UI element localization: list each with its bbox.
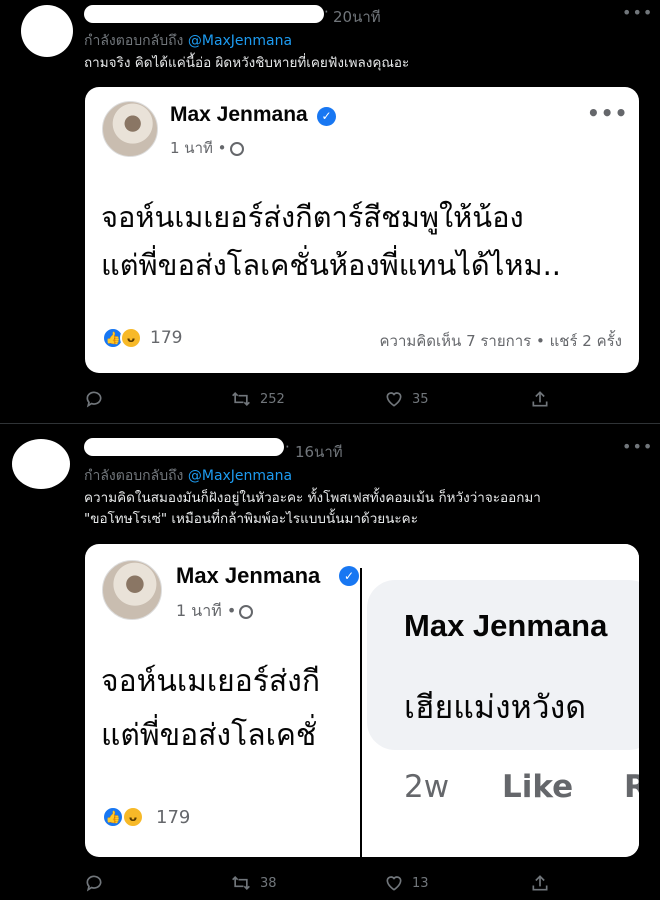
separator-dot: · [324, 3, 329, 21]
reply-context: กำลังตอบกลับถึง @MaxJenmana [84, 30, 292, 52]
globe-icon [239, 604, 254, 619]
retweet-count: 252 [260, 391, 285, 407]
reply-handle-link[interactable]: @MaxJenmana [188, 468, 292, 484]
tweet-1[interactable]: · 20นาที ••• กำลังตอบกลับถึง @MaxJenmana… [0, 0, 660, 424]
retweet-icon [232, 391, 250, 407]
reply-handle-link[interactable]: @MaxJenmana [188, 33, 292, 49]
tweet-text: ความคิดในสมองมันก็ฝังอยู่ในหัวอะคะ ทั้งโ… [84, 488, 541, 530]
share-button[interactable] [530, 389, 550, 409]
fb-post-line: แต่พี่ขอส่งโลเคชั่ [101, 718, 317, 753]
fb-reaction-count: 179 [156, 807, 191, 828]
verified-icon: ✓ [317, 107, 336, 126]
reply-icon [86, 391, 102, 408]
fb-post-meta: 1 นาที • [176, 599, 254, 624]
tweet-text-line: "ขอโทษโรเซ่" เหมือนที่กล้าพิมพ์อะไรแบบนั… [84, 511, 418, 527]
fb-comment-author: Max Jenmana [404, 608, 608, 643]
fb-comment-reply: R [624, 769, 639, 805]
reply-context: กำลังตอบกลับถึง @MaxJenmana [84, 465, 292, 487]
reply-prefix: กำลังตอบกลับถึง [84, 468, 184, 484]
fb-author-name: Max Jenmana [170, 103, 308, 126]
tweet-text: ถามจริง คิดได้แค่นี้อ่อ ผิดหวังชิบหายที่… [84, 53, 409, 74]
fb-post-text-cropped: จอห์นเมเยอร์ส่งกี แต่พี่ขอส่งโลเคชั่ [101, 655, 360, 763]
retweet-button[interactable]: 38 [230, 873, 277, 893]
like-icon [386, 392, 402, 407]
tweet-text-line: ถามจริง คิดได้แค่นี้อ่อ ผิดหวังชิบหายที่… [84, 55, 410, 71]
like-icon [386, 876, 402, 891]
reply-icon [86, 875, 102, 892]
verified-icon: ✓ [339, 566, 359, 586]
fb-post-line: จอห์นเมเยอร์ส่งกีตาร์สีชมพูให้น้อง [101, 200, 524, 234]
fb-comment-age: 2w [404, 769, 450, 805]
more-icon[interactable]: ••• [622, 3, 653, 22]
facebook-post-collage[interactable]: Max Jenmana ✓ 1 นาที • จอห์นเมเยอร์ส่งกี… [85, 544, 639, 857]
fb-author-name: Max Jenmana [176, 563, 321, 588]
tweet-time[interactable]: 20นาที [333, 5, 381, 29]
fb-author-avatar [102, 560, 162, 620]
like-button[interactable]: 13 [384, 873, 429, 893]
fb-comment-like: Like [502, 769, 574, 805]
fb-post-line: แต่พี่ขอส่งโลเคชั่นห้องพี่แทนได้ไหม.. [101, 248, 562, 282]
fb-comment-text: เฮียแม่งหวังด [404, 688, 587, 726]
fb-post-time: 1 นาที • [170, 139, 227, 157]
share-button[interactable] [530, 873, 550, 893]
fb-reaction-count: 179 [150, 328, 183, 348]
user-avatar-redacted[interactable] [12, 439, 70, 489]
fb-post-line: จอห์นเมเยอร์ส่งกี [101, 664, 320, 699]
haha-reaction-icon: ᴗ [122, 806, 144, 828]
user-name-redacted[interactable] [84, 438, 284, 456]
facebook-post-screenshot[interactable]: Max Jenmana ✓ 1 นาที • ••• จอห์นเมเยอร์ส… [85, 87, 639, 373]
fb-post-meta: 1 นาที • [170, 136, 244, 160]
fb-post-text: จอห์นเมเยอร์ส่งกีตาร์สีชมพูให้น้อง แต่พี… [101, 193, 561, 289]
reply-prefix: กำลังตอบกลับถึง [84, 33, 184, 49]
retweet-icon [232, 875, 250, 891]
like-count: 35 [412, 391, 429, 407]
fb-post-time: 1 นาที • [176, 601, 237, 620]
reply-button[interactable] [84, 873, 104, 893]
haha-reaction-icon: ᴗ [120, 327, 142, 349]
fb-comment-zoom: Max Jenmana เฮียแม่งหวังด 2w Like R [362, 544, 639, 857]
tweet-text-line: ความคิดในสมองมันก็ฝังอยู่ในหัวอะคะ ทั้งโ… [84, 490, 541, 506]
fb-author-avatar [102, 101, 158, 157]
retweet-count: 38 [260, 875, 277, 891]
like-reaction-icon: 👍 [102, 806, 124, 828]
tweet-time[interactable]: 16นาที [295, 440, 343, 464]
share-icon [532, 391, 548, 407]
tweet-actions: 252 35 [84, 389, 604, 413]
share-icon [532, 875, 548, 891]
more-icon[interactable]: ••• [622, 437, 653, 456]
reply-button[interactable] [84, 389, 104, 409]
retweet-button[interactable]: 252 [230, 389, 285, 409]
like-button[interactable]: 35 [384, 389, 429, 409]
globe-icon [229, 141, 244, 156]
fb-more-icon: ••• [587, 101, 629, 125]
tweet-actions: 38 13 [84, 873, 604, 897]
like-count: 13 [412, 875, 429, 891]
user-name-redacted[interactable] [84, 5, 324, 23]
separator-dot: · [285, 438, 290, 456]
fb-comment-share-stats: ความคิดเห็น 7 รายการ • แชร์ 2 ครั้ง [379, 332, 622, 350]
user-avatar-redacted[interactable] [21, 5, 73, 57]
